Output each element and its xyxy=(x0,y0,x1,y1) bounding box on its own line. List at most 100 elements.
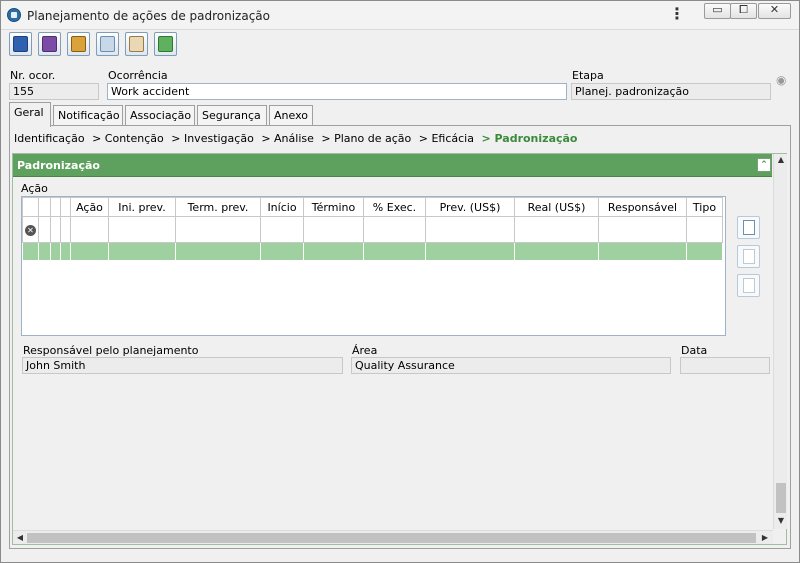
responsavel-field[interactable]: John Smith xyxy=(22,357,343,374)
table-cell xyxy=(514,216,599,243)
table-cell xyxy=(425,216,515,243)
table-cell xyxy=(260,216,304,243)
col-real-usd[interactable]: Real (US$) xyxy=(514,197,599,217)
table-cell xyxy=(175,216,261,243)
col-tipo[interactable]: Tipo xyxy=(686,197,723,217)
crumb-contencao[interactable]: > Contenção xyxy=(92,132,164,145)
refresh-icon xyxy=(158,36,173,52)
refresh-icon xyxy=(743,249,755,264)
crumb-analise[interactable]: > Análise xyxy=(261,132,314,145)
table-cell xyxy=(514,242,599,261)
delete-button[interactable] xyxy=(737,274,760,297)
gift-icon xyxy=(71,36,86,52)
user-edit-button[interactable] xyxy=(125,32,148,56)
table-cell xyxy=(686,216,723,243)
scroll-up-icon[interactable]: ▲ xyxy=(774,155,788,164)
new-document-icon xyxy=(743,220,755,235)
table-cell xyxy=(363,216,426,243)
col-responsavel[interactable]: Responsável xyxy=(598,197,687,217)
app-icon xyxy=(7,8,21,22)
close-button[interactable]: ✕ xyxy=(758,3,791,19)
crumb-investigacao[interactable]: > Investigação xyxy=(171,132,254,145)
collapse-icon[interactable]: ⌃ xyxy=(757,158,771,172)
nr-ocor-field[interactable]: 155 xyxy=(9,83,99,100)
table-cell xyxy=(686,242,723,261)
table-cell xyxy=(60,242,71,261)
tab-notificacao[interactable]: Notificação xyxy=(53,105,123,126)
table-cell xyxy=(38,216,51,243)
col-exec[interactable]: % Exec. xyxy=(363,197,426,217)
col-inicio[interactable]: Início xyxy=(260,197,304,217)
data-field[interactable] xyxy=(680,357,770,374)
new-document-button[interactable] xyxy=(737,216,760,239)
table-cell xyxy=(22,242,39,261)
refresh-button[interactable] xyxy=(154,32,177,56)
col-acao[interactable]: Ação xyxy=(70,197,109,217)
col-prev-usd[interactable]: Prev. (US$) xyxy=(425,197,515,217)
close-icon: ✕ xyxy=(769,3,780,16)
crumb-plano-de-acao[interactable]: > Plano de ação xyxy=(321,132,411,145)
section-header: Padronização ⌃ xyxy=(13,154,772,177)
ocorrencia-field[interactable]: Work accident xyxy=(107,83,567,100)
scroll-down-icon[interactable]: ▼ xyxy=(774,516,788,525)
col-blank xyxy=(38,197,51,217)
col-termino[interactable]: Término xyxy=(303,197,364,217)
users-button[interactable] xyxy=(96,32,119,56)
crumb-eficacia[interactable]: > Eficácia xyxy=(419,132,474,145)
user-edit-icon xyxy=(129,36,144,52)
responsavel-label: Responsável pelo planejamento xyxy=(23,344,199,357)
table-cell xyxy=(50,216,61,243)
table-cell xyxy=(70,216,109,243)
scroll-left-icon[interactable]: ◀ xyxy=(13,531,27,545)
delete-row-icon[interactable]: ✕ xyxy=(25,225,36,236)
table-cell xyxy=(260,242,304,261)
table-row[interactable]: ✕ xyxy=(22,216,723,243)
col-term-prev[interactable]: Term. prev. xyxy=(175,197,261,217)
crumb-padronizacao[interactable]: > Padronização xyxy=(481,132,577,145)
maximize-icon: ⧠ xyxy=(739,3,748,16)
table-row-selected[interactable] xyxy=(22,242,723,261)
etapa-field[interactable]: Planej. padronização xyxy=(571,83,771,100)
window: Planejamento de ações de padronização ⋮ … xyxy=(0,0,800,563)
crumb-identificacao[interactable]: Identificação xyxy=(14,132,85,145)
gift-button[interactable] xyxy=(67,32,90,56)
scrollbar-thumb[interactable] xyxy=(776,483,786,513)
header-row: Ação Ini. prev. Term. prev. Início Térmi… xyxy=(22,197,723,217)
maximize-button[interactable]: ⧠ xyxy=(730,3,757,19)
etapa-label: Etapa xyxy=(572,69,604,82)
binoculars-icon[interactable]: ◉ xyxy=(776,73,790,89)
save-close-button[interactable] xyxy=(38,32,61,56)
data-label: Data xyxy=(681,344,708,357)
tab-anexo[interactable]: Anexo xyxy=(269,105,313,126)
table-cell[interactable]: ✕ xyxy=(22,216,39,243)
nr-ocor-label: Nr. ocor. xyxy=(10,69,56,82)
refresh-row-button[interactable] xyxy=(737,245,760,268)
title-bar: Planejamento de ações de padronização ⋮ … xyxy=(1,1,799,30)
tab-seguranca[interactable]: Segurança xyxy=(197,105,267,126)
table-cell xyxy=(598,242,687,261)
minimize-button[interactable]: ▭ xyxy=(704,3,731,19)
more-options-icon[interactable]: ⋮ xyxy=(669,6,685,22)
area-field[interactable]: Quality Assurance xyxy=(351,357,671,374)
save-button[interactable] xyxy=(9,32,32,56)
acao-label: Ação xyxy=(21,182,48,195)
window-title: Planejamento de ações de padronização xyxy=(27,9,270,23)
ocorrencia-label: Ocorrência xyxy=(108,69,168,82)
vertical-scrollbar[interactable]: ▲ ▼ xyxy=(773,154,787,529)
area-label: Área xyxy=(352,344,378,357)
scrollbar-thumb[interactable] xyxy=(27,533,756,543)
users-icon xyxy=(100,36,115,52)
col-blank xyxy=(22,197,39,217)
acao-table: Ação Ini. prev. Term. prev. Início Térmi… xyxy=(22,197,723,261)
tab-associacao[interactable]: Associação xyxy=(125,105,195,126)
horizontal-scrollbar[interactable]: ◀ ▶ xyxy=(13,530,773,544)
table-cell xyxy=(38,242,51,261)
section-title: Padronização xyxy=(17,159,100,172)
table-cell xyxy=(363,242,426,261)
table-cell xyxy=(70,242,109,261)
table-cell xyxy=(108,242,176,261)
scroll-right-icon[interactable]: ▶ xyxy=(758,531,772,545)
tab-geral[interactable]: Geral xyxy=(9,102,51,127)
col-ini-prev[interactable]: Ini. prev. xyxy=(108,197,176,217)
minimize-icon: ▭ xyxy=(712,3,723,16)
